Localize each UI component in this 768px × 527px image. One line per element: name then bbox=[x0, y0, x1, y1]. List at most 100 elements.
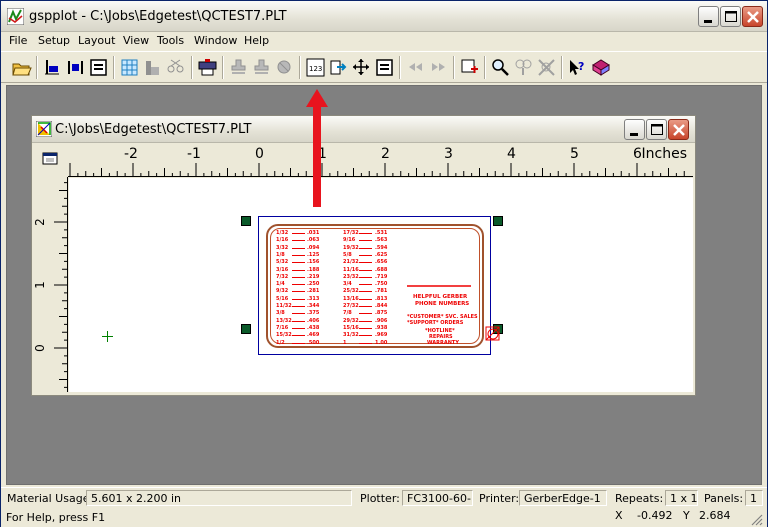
ruler-corner[interactable] bbox=[34, 145, 68, 177]
resize-handle-top-left[interactable] bbox=[241, 216, 251, 226]
stamp-icon[interactable] bbox=[228, 57, 249, 78]
plot-table-cell: 29/32 bbox=[343, 317, 359, 324]
move-icon[interactable] bbox=[351, 57, 372, 78]
scissors-icon[interactable] bbox=[165, 57, 186, 78]
document-close-button[interactable] bbox=[668, 119, 689, 140]
align-center-icon[interactable] bbox=[65, 57, 86, 78]
document-maximize-button[interactable] bbox=[646, 119, 667, 140]
toolbar-separator bbox=[399, 56, 401, 79]
plot-table-cell: 1/2 bbox=[276, 339, 285, 346]
plot-table-dash bbox=[359, 313, 372, 315]
plot-table-cell: .156 bbox=[307, 259, 320, 266]
minimize-button[interactable] bbox=[698, 6, 719, 27]
plot-table-dash bbox=[292, 335, 305, 337]
document-title-bar[interactable]: C:\Jobs\Edgetest\QCTEST7.PLT bbox=[32, 116, 695, 143]
plot-table-dash bbox=[359, 335, 372, 337]
bar-chart-icon[interactable] bbox=[142, 57, 163, 78]
minimize-icon bbox=[630, 133, 638, 136]
plot-table-dash bbox=[359, 284, 372, 286]
plot-table-dash bbox=[292, 342, 305, 344]
frame-icon[interactable] bbox=[88, 57, 109, 78]
plot-table-cell: 3/32 bbox=[276, 244, 289, 251]
horizontal-ruler: -2 -1 0 1 2 3 4 5 6 Inches bbox=[68, 145, 693, 177]
number-icon[interactable]: 123 bbox=[305, 57, 326, 78]
plot-table-cell: 1 bbox=[343, 339, 347, 346]
help-text: For Help, press F1 bbox=[6, 511, 106, 524]
menu-tools[interactable]: Tools bbox=[157, 34, 184, 47]
book-icon[interactable] bbox=[590, 57, 611, 78]
fast-forward-icon[interactable] bbox=[428, 57, 449, 78]
zoom-window-icon[interactable] bbox=[513, 57, 534, 78]
plot-table-cell: 27/32 bbox=[343, 303, 359, 309]
plot-table-cell: .344 bbox=[307, 303, 320, 309]
annotation-arrow bbox=[306, 89, 328, 207]
plot-table-cell: 5/32 bbox=[276, 259, 289, 266]
plot-table-cell: .625 bbox=[375, 251, 388, 258]
plotter-icon[interactable] bbox=[197, 57, 218, 78]
rewind-icon[interactable] bbox=[405, 57, 426, 78]
open-icon[interactable] bbox=[11, 57, 32, 78]
maximize-button[interactable] bbox=[720, 6, 741, 27]
menu-layout[interactable]: Layout bbox=[78, 34, 115, 47]
toolbar-separator bbox=[561, 56, 563, 79]
ruler-x-label: 2 bbox=[381, 146, 390, 162]
toolbar-separator bbox=[299, 56, 301, 79]
plot-table-dash bbox=[359, 276, 372, 278]
plot-table-cell: 5/8 bbox=[343, 251, 352, 258]
menu-setup[interactable]: Setup bbox=[38, 34, 70, 47]
x-coordinate-field: X -0.492 bbox=[611, 508, 677, 524]
resize-handle-top-right[interactable] bbox=[493, 216, 503, 226]
toolbar-separator bbox=[484, 56, 486, 79]
ruler-y-label: 0 bbox=[32, 344, 47, 352]
context-help-icon[interactable]: ? bbox=[567, 57, 588, 78]
plot-text-line: *SUPPORT* ORDERS bbox=[407, 320, 464, 326]
plot-table-dash bbox=[359, 254, 372, 256]
plotter-text: FC3100-60-1 bbox=[407, 492, 473, 505]
plot-table-cell: .438 bbox=[307, 324, 320, 331]
document-minimize-button[interactable] bbox=[624, 119, 645, 140]
plot-table-cell: .281 bbox=[307, 288, 320, 295]
plot-table-cell: .719 bbox=[375, 273, 388, 280]
window-title: gspplot - C:\Jobs\Edgetest\QCTEST7.PLT bbox=[29, 9, 287, 24]
resize-grip-icon[interactable] bbox=[749, 512, 763, 526]
menu-window[interactable]: Window bbox=[194, 34, 237, 47]
menu-file[interactable]: File bbox=[9, 34, 27, 47]
main-window: gspplot - C:\Jobs\Edgetest\QCTEST7.PLT F… bbox=[0, 0, 768, 527]
frame-icon[interactable] bbox=[374, 57, 395, 78]
plot-table-cell: .938 bbox=[375, 324, 388, 331]
stamp-icon[interactable] bbox=[274, 57, 295, 78]
plot-table-cell: .500 bbox=[307, 339, 320, 346]
ruler-x-label: 5 bbox=[570, 146, 579, 162]
menu-view[interactable]: View bbox=[123, 34, 149, 47]
plot-table-cell: 19/32 bbox=[343, 244, 359, 251]
plot-table-cell: 31/32 bbox=[343, 332, 359, 339]
plot-table-dash bbox=[292, 240, 305, 242]
plot-table-cell: 13/32 bbox=[276, 317, 292, 324]
placement-icon[interactable] bbox=[459, 57, 480, 78]
close-button[interactable] bbox=[742, 6, 763, 27]
view-icon[interactable] bbox=[34, 145, 68, 177]
stamp-icon[interactable] bbox=[251, 57, 272, 78]
menu-help[interactable]: Help bbox=[244, 34, 269, 47]
plot-canvas[interactable]: 1/32.031 17/32.531 1/16.063 9/16.563 3/32.09… bbox=[69, 178, 693, 392]
plot-table-cell: 7/16 bbox=[276, 324, 289, 331]
plot-table-dash bbox=[359, 269, 372, 271]
menu-bar: File Setup Layout View Tools Window Help bbox=[1, 32, 767, 50]
export-icon[interactable] bbox=[328, 57, 349, 78]
plot-table-cell: .094 bbox=[307, 244, 320, 251]
plot-table-cell: .781 bbox=[375, 288, 388, 295]
plot-table-dash bbox=[292, 254, 305, 256]
plot-table-dash bbox=[292, 291, 305, 293]
document-window[interactable]: C:\Jobs\Edgetest\QCTEST7.PLT -2 -1 0 1 2… bbox=[31, 115, 696, 396]
resize-handle-bottom-left[interactable] bbox=[241, 324, 251, 334]
title-bar[interactable]: gspplot - C:\Jobs\Edgetest\QCTEST7.PLT bbox=[1, 1, 767, 32]
grid-icon[interactable] bbox=[119, 57, 140, 78]
plot-selection-box[interactable]: 1/32.031 17/32.531 1/16.063 9/16.563 3/32.09… bbox=[258, 216, 491, 355]
zoom-icon[interactable] bbox=[490, 57, 511, 78]
plot-table-cell: .813 bbox=[375, 295, 388, 302]
plot-table-cell: 9/32 bbox=[276, 288, 289, 295]
align-left-icon[interactable] bbox=[42, 57, 63, 78]
zoom-extents-icon[interactable] bbox=[536, 57, 557, 78]
plot-table-dash bbox=[292, 276, 305, 278]
rotate-handle-icon[interactable] bbox=[485, 326, 501, 342]
